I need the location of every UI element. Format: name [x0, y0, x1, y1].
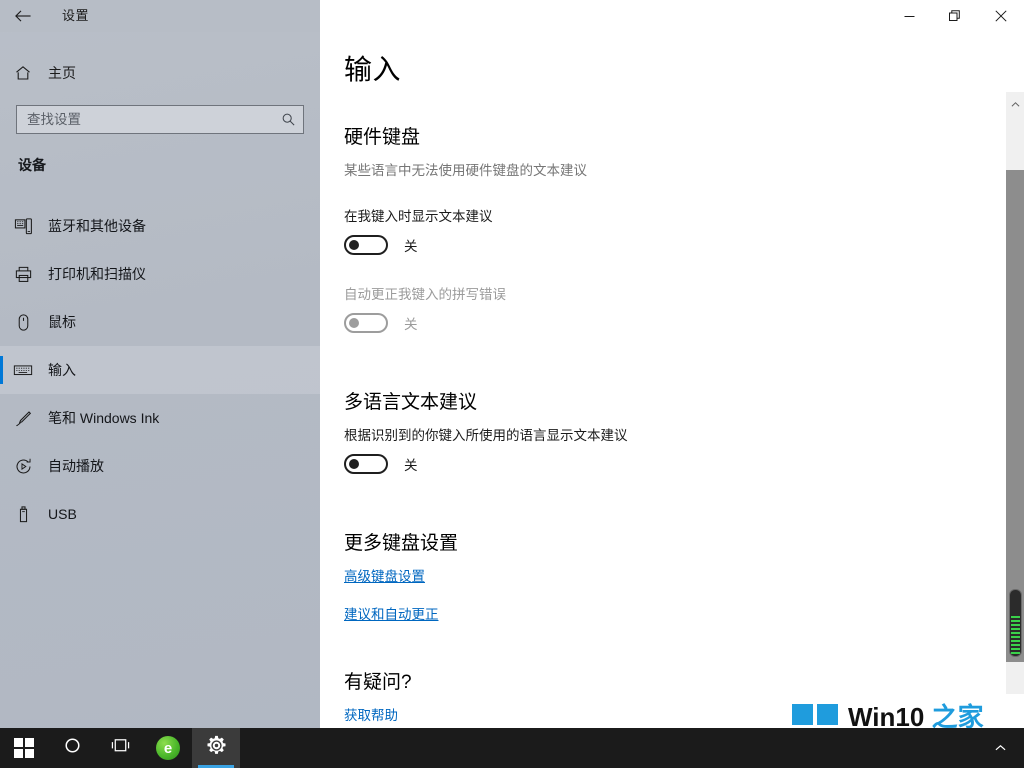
sidebar-item-label: USB	[48, 506, 77, 522]
printer-icon	[0, 265, 46, 284]
section-heading: 更多键盘设置	[344, 533, 459, 554]
sidebar-item-typing[interactable]: 输入	[0, 346, 320, 394]
sidebar-nav-list: 蓝牙和其他设备 打印机和扫描仪 鼠标 输入 笔和 Windows Ink 自动播…	[0, 202, 320, 538]
search-icon	[273, 112, 303, 127]
browser-app-button[interactable]: e	[144, 728, 192, 768]
toggle-knob	[349, 318, 359, 328]
keyboard-icon	[0, 360, 46, 380]
toggle-multilingual-suggestions[interactable]	[344, 454, 388, 474]
selection-accent-bar	[0, 260, 3, 288]
selection-accent-bar	[0, 308, 3, 336]
setting-label-show-suggestions: 在我键入时显示文本建议	[344, 209, 493, 224]
sidebar-home-label: 主页	[48, 65, 76, 81]
setting-row-show-suggestions: 关	[344, 235, 984, 255]
content-inner: 输入 硬件键盘 某些语言中无法使用硬件键盘的文本建议 在我键入时显示文本建议 关…	[344, 48, 984, 740]
section-heading: 硬件键盘	[344, 127, 421, 148]
sidebar-item-label: 笔和 Windows Ink	[48, 410, 160, 426]
search-input[interactable]	[17, 106, 273, 133]
selection-accent-bar	[0, 452, 3, 480]
main-content: 输入 硬件键盘 某些语言中无法使用硬件键盘的文本建议 在我键入时显示文本建议 关…	[320, 0, 1024, 740]
pen-icon	[0, 409, 46, 428]
scrollbar-thumb[interactable]	[1009, 589, 1022, 657]
sidebar: 主页 设备	[0, 0, 320, 740]
vertical-scrollbar[interactable]	[1006, 92, 1024, 740]
page-title: 输入	[344, 54, 402, 85]
toggle-knob	[349, 240, 359, 250]
link-advanced-keyboard-settings[interactable]: 高级键盘设置	[344, 565, 425, 585]
setting-label-autocorrect: 自动更正我键入的拼写错误	[344, 287, 506, 302]
settings-window: 主页 设备	[0, 0, 1024, 768]
selection-accent-bar	[0, 500, 3, 528]
setting-row-multilingual: 关	[344, 454, 984, 474]
taskbar: e	[0, 728, 1024, 768]
start-button[interactable]	[0, 728, 48, 768]
maximize-restore-button[interactable]	[932, 0, 978, 32]
show-hidden-icons-button[interactable]	[976, 728, 1024, 768]
scrollbar-thumb-stripes	[1011, 616, 1020, 656]
circle-search-icon	[63, 736, 82, 760]
search-box[interactable]	[16, 105, 304, 134]
autoplay-icon	[0, 457, 46, 476]
selection-accent-bar	[0, 404, 3, 432]
sidebar-item-label: 鼠标	[48, 314, 76, 330]
title-bar: 设置	[0, 0, 1024, 32]
close-button[interactable]	[978, 0, 1024, 32]
windows-start-icon	[14, 738, 34, 758]
toggle-state-label: 关	[404, 317, 418, 332]
toggle-knob	[349, 459, 359, 469]
sidebar-item-usb[interactable]: USB	[0, 490, 320, 538]
section-heading: 多语言文本建议	[344, 392, 478, 413]
toggle-state-label: 关	[404, 458, 418, 473]
back-button[interactable]	[0, 0, 46, 32]
scroll-up-button[interactable]	[1006, 92, 1024, 116]
mouse-icon	[0, 313, 46, 332]
sidebar-item-mouse[interactable]: 鼠标	[0, 298, 320, 346]
cortana-search-button[interactable]	[48, 728, 96, 768]
sidebar-item-label: 自动播放	[48, 458, 104, 474]
sidebar-item-label: 输入	[48, 362, 76, 378]
minimize-button[interactable]	[886, 0, 932, 32]
window-title: 设置	[62, 8, 90, 23]
sidebar-item-autoplay[interactable]: 自动播放	[0, 442, 320, 490]
sidebar-item-bluetooth[interactable]: 蓝牙和其他设备	[0, 202, 320, 250]
bluetooth-devices-icon	[0, 217, 46, 236]
section-heading: 有疑问?	[344, 672, 412, 693]
settings-app-button[interactable]	[192, 728, 240, 768]
usb-icon	[0, 505, 46, 524]
section-multilingual-suggestions: 多语言文本建议 根据识别到的你键入所使用的语言显示文本建议 关	[344, 387, 984, 474]
setting-row-autocorrect: 关	[344, 313, 984, 333]
sidebar-item-pen[interactable]: 笔和 Windows Ink	[0, 394, 320, 442]
toggle-autocorrect-misspelled[interactable]	[344, 313, 388, 333]
toggle-show-text-suggestions[interactable]	[344, 235, 388, 255]
home-icon	[0, 64, 46, 82]
toggle-state-label: 关	[404, 239, 418, 254]
window-controls	[886, 0, 1024, 32]
sidebar-item-label: 打印机和扫描仪	[48, 266, 146, 282]
green-browser-icon: e	[156, 736, 180, 760]
sidebar-group-title: 设备	[18, 157, 46, 173]
sidebar-item-label: 蓝牙和其他设备	[48, 218, 146, 234]
selection-accent-bar	[0, 356, 3, 384]
section-hardware-keyboard: 硬件键盘 某些语言中无法使用硬件键盘的文本建议 在我键入时显示文本建议 关 自动…	[344, 122, 984, 333]
section-more-keyboard-settings: 更多键盘设置 高级键盘设置 建议和自动更正	[344, 528, 984, 641]
sidebar-item-home[interactable]: 主页	[0, 58, 320, 88]
task-view-icon	[110, 736, 131, 760]
selection-accent-bar	[0, 212, 3, 240]
link-suggestions-autocorrect[interactable]: 建议和自动更正	[344, 603, 439, 623]
section-description: 某些语言中无法使用硬件键盘的文本建议	[344, 163, 587, 178]
task-view-button[interactable]	[96, 728, 144, 768]
link-get-help[interactable]: 获取帮助	[344, 704, 398, 724]
gear-icon	[206, 735, 227, 761]
sidebar-item-printers[interactable]: 打印机和扫描仪	[0, 250, 320, 298]
setting-label-multilingual: 根据识别到的你键入所使用的语言显示文本建议	[344, 428, 628, 443]
